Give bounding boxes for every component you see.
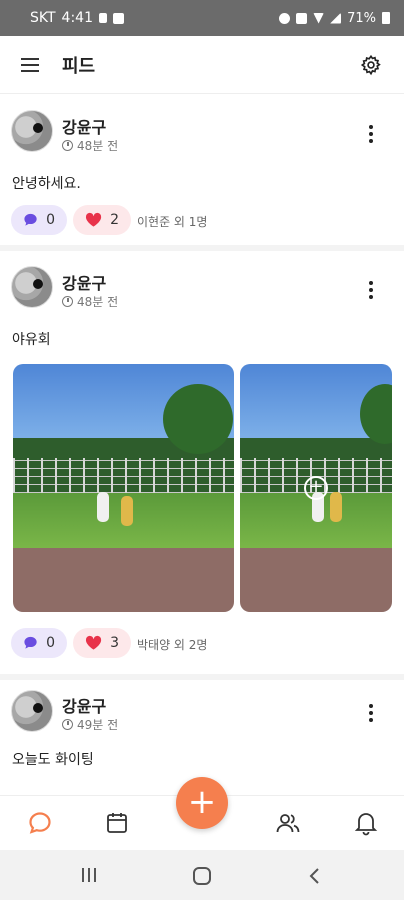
chat-bubble-icon bbox=[24, 213, 37, 226]
battery-icon bbox=[382, 12, 390, 24]
comment-count: 0 bbox=[46, 635, 55, 651]
app-header: 피드 bbox=[0, 36, 404, 94]
more-options-icon[interactable] bbox=[364, 278, 378, 302]
like-button[interactable]: 2 bbox=[73, 205, 131, 235]
comment-button[interactable]: 0 bbox=[11, 628, 67, 658]
comment-count: 0 bbox=[46, 212, 55, 228]
post-author[interactable]: 강윤구 bbox=[62, 114, 106, 138]
calendar-icon bbox=[107, 813, 127, 833]
add-post-button[interactable]: + bbox=[176, 777, 228, 829]
post-card: 강윤구 49분 전 오늘도 화이팅 bbox=[0, 680, 404, 775]
post-photo[interactable] bbox=[13, 364, 234, 612]
post-card: 강윤구 48분 전 야유회 + 0 3 박태양 외 2명 bbox=[0, 251, 404, 674]
post-time-label: 49분 전 bbox=[77, 718, 119, 732]
home-icon[interactable] bbox=[192, 867, 212, 885]
post-author[interactable]: 강윤구 bbox=[62, 693, 106, 717]
like-count: 3 bbox=[110, 635, 119, 651]
mute-icon bbox=[296, 12, 308, 24]
nav-notifications[interactable] bbox=[353, 810, 379, 836]
avatar[interactable] bbox=[11, 110, 53, 152]
app-notification-icon bbox=[113, 12, 124, 24]
post-author[interactable]: 강윤구 bbox=[62, 270, 106, 294]
notification-icon bbox=[99, 13, 107, 23]
chat-bubble-icon bbox=[24, 636, 37, 649]
post-photo-more[interactable]: + bbox=[240, 364, 392, 612]
nav-members[interactable] bbox=[275, 810, 301, 836]
likers-summary[interactable]: 이현준 외 1명 bbox=[137, 213, 207, 230]
post-time: 49분 전 bbox=[62, 716, 118, 733]
hamburger-menu-icon[interactable] bbox=[20, 57, 40, 73]
nav-calendar[interactable] bbox=[104, 810, 130, 836]
more-photos-icon: + bbox=[304, 476, 328, 500]
page-title: 피드 bbox=[62, 55, 96, 77]
post-time: 48분 전 bbox=[62, 137, 118, 154]
post-time-label: 48분 전 bbox=[77, 139, 119, 153]
settings-button[interactable] bbox=[358, 52, 384, 78]
plus-icon: + bbox=[187, 782, 217, 822]
avatar[interactable] bbox=[11, 690, 53, 732]
avatar[interactable] bbox=[11, 266, 53, 308]
signal-icon bbox=[330, 12, 342, 24]
more-options-icon[interactable] bbox=[364, 701, 378, 725]
recent-apps-icon[interactable] bbox=[80, 867, 98, 883]
status-bar: SKT 4:41 71% bbox=[0, 0, 404, 36]
like-count: 2 bbox=[110, 212, 119, 228]
heart-icon bbox=[85, 635, 102, 650]
clock-icon bbox=[62, 296, 73, 307]
likers-summary[interactable]: 박태양 외 2명 bbox=[137, 636, 207, 653]
post-time-label: 48분 전 bbox=[77, 295, 119, 309]
wifi-icon bbox=[313, 12, 325, 24]
like-button[interactable]: 3 bbox=[73, 628, 131, 658]
carrier-label: SKT bbox=[30, 10, 56, 26]
nav-feed[interactable] bbox=[27, 810, 53, 836]
more-options-icon[interactable] bbox=[364, 122, 378, 146]
gear-icon bbox=[360, 54, 381, 75]
people-icon bbox=[276, 814, 300, 833]
clock-label: 4:41 bbox=[61, 10, 93, 26]
feed-list[interactable]: 강윤구 48분 전 안녕하세요. 0 2 이현준 외 1명 강윤구 48분 전 … bbox=[0, 95, 404, 775]
post-time: 48분 전 bbox=[62, 293, 118, 310]
post-content: 오늘도 화이팅 bbox=[12, 752, 94, 768]
clock-icon bbox=[62, 719, 73, 730]
chat-bubble-icon bbox=[29, 812, 51, 834]
post-content: 야유회 bbox=[12, 332, 51, 348]
bell-icon bbox=[354, 813, 378, 836]
heart-icon bbox=[85, 212, 102, 227]
post-content: 안녕하세요. bbox=[12, 176, 81, 192]
comment-button[interactable]: 0 bbox=[11, 205, 67, 235]
post-card: 강윤구 48분 전 안녕하세요. 0 2 이현준 외 1명 bbox=[0, 95, 404, 243]
clock-icon bbox=[62, 140, 73, 151]
alarm-icon bbox=[279, 12, 291, 24]
battery-percent: 71% bbox=[347, 10, 376, 26]
system-navigation-bar bbox=[0, 850, 404, 900]
back-icon[interactable] bbox=[308, 867, 322, 885]
